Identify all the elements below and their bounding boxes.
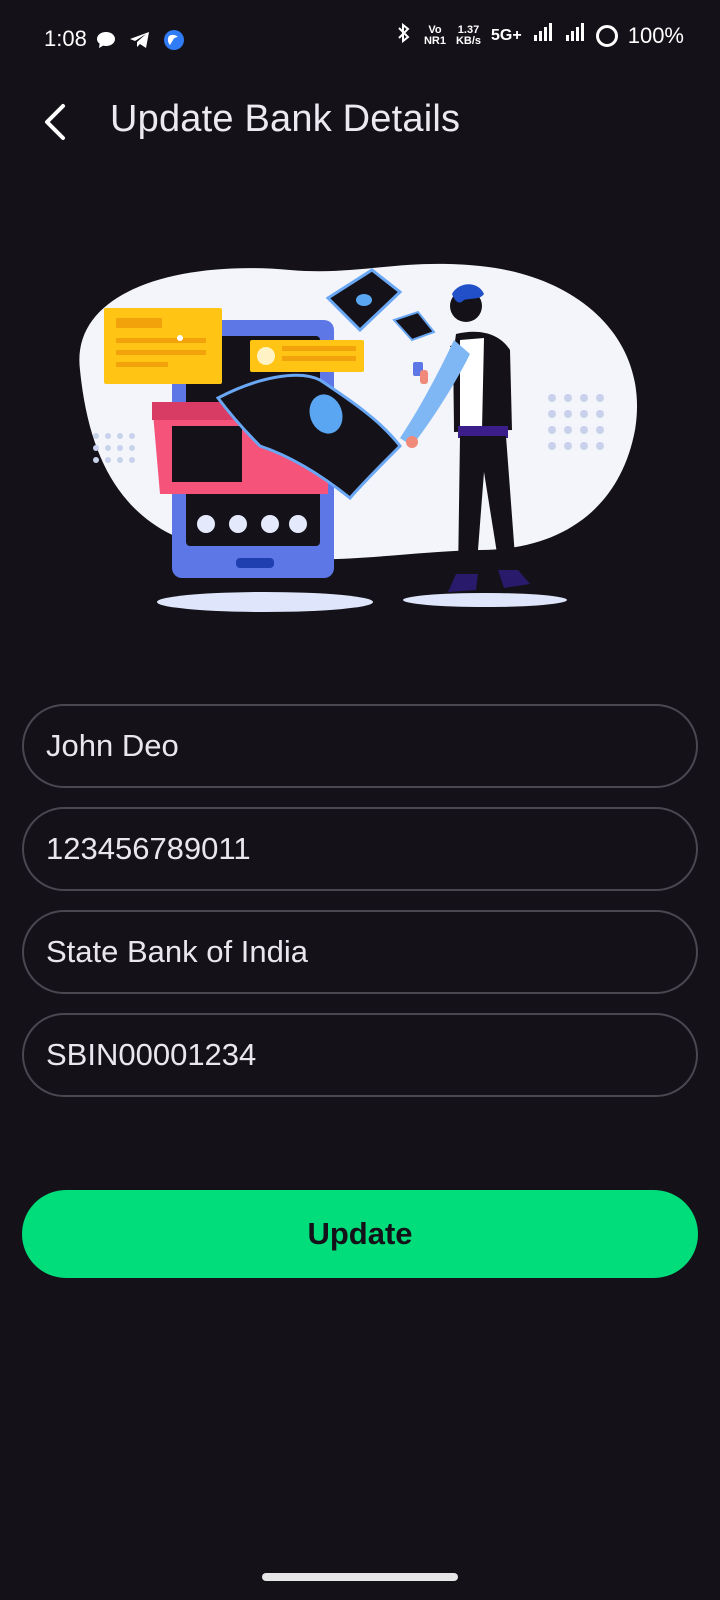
account-holder-name-input[interactable] [46, 728, 666, 764]
network-type: 5G+ [491, 27, 522, 44]
battery-saver-icon [595, 25, 618, 47]
ifsc-code-field[interactable] [22, 1013, 698, 1097]
bank-name-input[interactable] [46, 934, 666, 970]
bank-details-form [22, 704, 698, 1116]
home-indicator[interactable] [262, 1573, 458, 1581]
chevron-left-icon [45, 104, 65, 140]
bluetooth-icon [394, 22, 414, 50]
account-number-input[interactable] [46, 831, 666, 867]
update-button[interactable]: Update [22, 1190, 698, 1278]
volte-indicator: Vo NR1 [423, 24, 446, 47]
browser-icon [162, 28, 186, 52]
bank-illustration [79, 263, 638, 612]
network-speed: 1.37 KB/s [455, 24, 482, 47]
account-holder-name-field[interactable] [22, 704, 698, 788]
page-title: Update Bank Details [110, 98, 461, 140]
telegram-icon [128, 28, 152, 52]
account-number-field[interactable] [22, 807, 698, 891]
status-bar: 1:08 Vo NR1 1.37 KB/s 5G+ 100% [0, 0, 720, 84]
system-indicators: Vo NR1 1.37 KB/s 5G+ 100% [394, 22, 684, 50]
status-time: 1:08 [44, 26, 87, 51]
signal-icon-2 [564, 23, 586, 49]
ifsc-code-input[interactable] [46, 1037, 666, 1073]
bank-name-field[interactable] [22, 910, 698, 994]
notification-icons [94, 28, 186, 52]
battery-level: 100% [627, 23, 684, 48]
back-button[interactable] [32, 96, 78, 148]
chat-icon [94, 28, 118, 52]
signal-icon-1 [532, 23, 554, 49]
